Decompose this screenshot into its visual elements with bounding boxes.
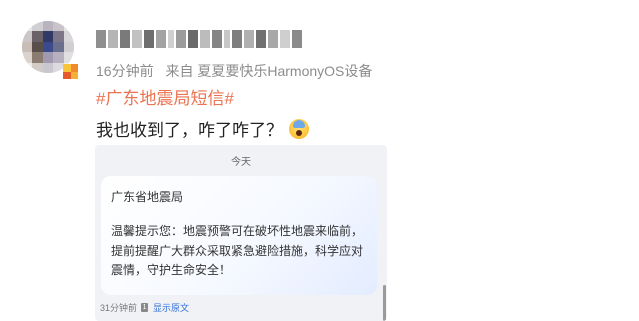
scrollbar[interactable]: [383, 285, 386, 321]
post-time[interactable]: 16分钟前: [96, 63, 154, 79]
post-text: 我也收到了，咋了咋了？: [96, 116, 309, 141]
verified-badge-icon: [63, 64, 78, 79]
topic-hashtag-link[interactable]: #广东地震局短信#: [96, 84, 234, 109]
sms-time: 31分钟前: [100, 303, 138, 313]
source-device[interactable]: 夏夏要快乐HarmonyOS设备: [197, 63, 372, 79]
sms-sender: 广东省地震局: [111, 190, 184, 204]
post-text-content: 我也收到了，咋了咋了？: [96, 121, 283, 140]
sim-card-icon: 1: [141, 303, 149, 312]
post-meta: 16分钟前 来自 夏夏要快乐HarmonyOS设备: [96, 61, 380, 81]
sms-bubble: 广东省地震局 温馨提示您：地震预警可在破坏性地震来临前，提前提醒广大群众采取紧急…: [101, 176, 377, 295]
username-blurred[interactable]: [96, 30, 302, 52]
sms-screenshot-image[interactable]: 今天 广东省地震局 温馨提示您：地震预警可在破坏性地震来临前，提前提醒广大群众采…: [95, 145, 387, 321]
sms-message: 温馨提示您：地震预警可在破坏性地震来临前，提前提醒广大群众采取紧急避险措施，科学…: [111, 224, 364, 277]
sms-day-label: 今天: [231, 157, 251, 168]
view-original-link[interactable]: 显示原文: [153, 301, 189, 314]
scared-face-icon: [289, 118, 309, 139]
sms-footer: 31分钟前 1 显示原文: [100, 301, 189, 314]
source-prefix: 来自: [165, 63, 194, 79]
